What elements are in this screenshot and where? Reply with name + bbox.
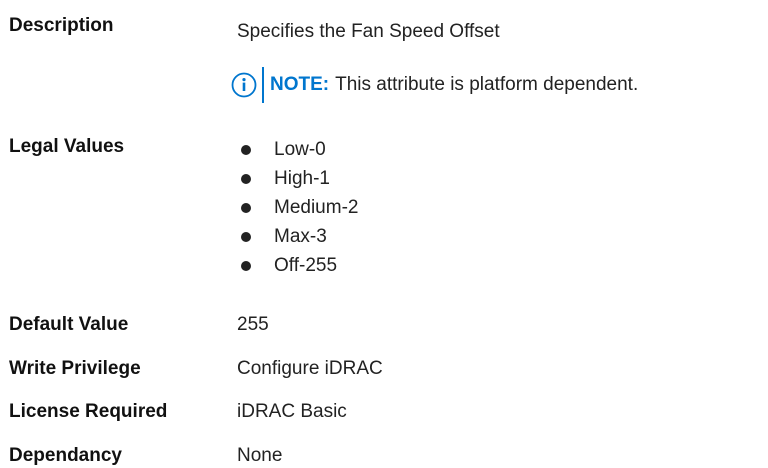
description-value: Specifies the Fan Speed Offset (237, 21, 500, 42)
legal-value-text: Off-255 (274, 254, 338, 276)
list-item: Max-3 (241, 222, 358, 251)
legal-values-label: Legal Values (9, 136, 125, 157)
bullet-icon (241, 202, 251, 213)
default-value-label: Default Value (9, 314, 129, 335)
write-privilege-value: Configure iDRAC (237, 358, 383, 379)
default-value-value: 255 (237, 314, 269, 335)
legal-value-text: Low-0 (274, 138, 326, 160)
list-item: Medium-2 (241, 193, 358, 222)
write-privilege-label: Write Privilege (9, 358, 141, 379)
list-item: High-1 (241, 164, 358, 193)
license-required-label: License Required (9, 401, 168, 422)
legal-value-text: Max-3 (274, 225, 327, 247)
bullet-icon (241, 173, 251, 184)
info-icon (231, 72, 257, 98)
description-label: Description (9, 15, 114, 36)
legal-values-list: Low-0 High-1 Medium-2 Max-3 Off-255 (241, 135, 358, 280)
bullet-icon (241, 144, 251, 155)
note-callout: NOTE: This attribute is platform depende… (231, 67, 638, 103)
list-item: Off-255 (241, 251, 358, 280)
note-text: This attribute is platform dependent. (335, 74, 639, 95)
bullet-icon (241, 260, 251, 271)
legal-value-text: High-1 (274, 167, 330, 189)
legal-value-text: Medium-2 (274, 196, 359, 218)
note-heading: NOTE: (270, 74, 330, 95)
dependancy-label: Dependancy (9, 445, 122, 466)
dependancy-value: None (237, 445, 283, 466)
note-divider (262, 67, 264, 103)
bullet-icon (241, 231, 251, 242)
license-required-value: iDRAC Basic (237, 401, 347, 422)
list-item: Low-0 (241, 135, 358, 164)
